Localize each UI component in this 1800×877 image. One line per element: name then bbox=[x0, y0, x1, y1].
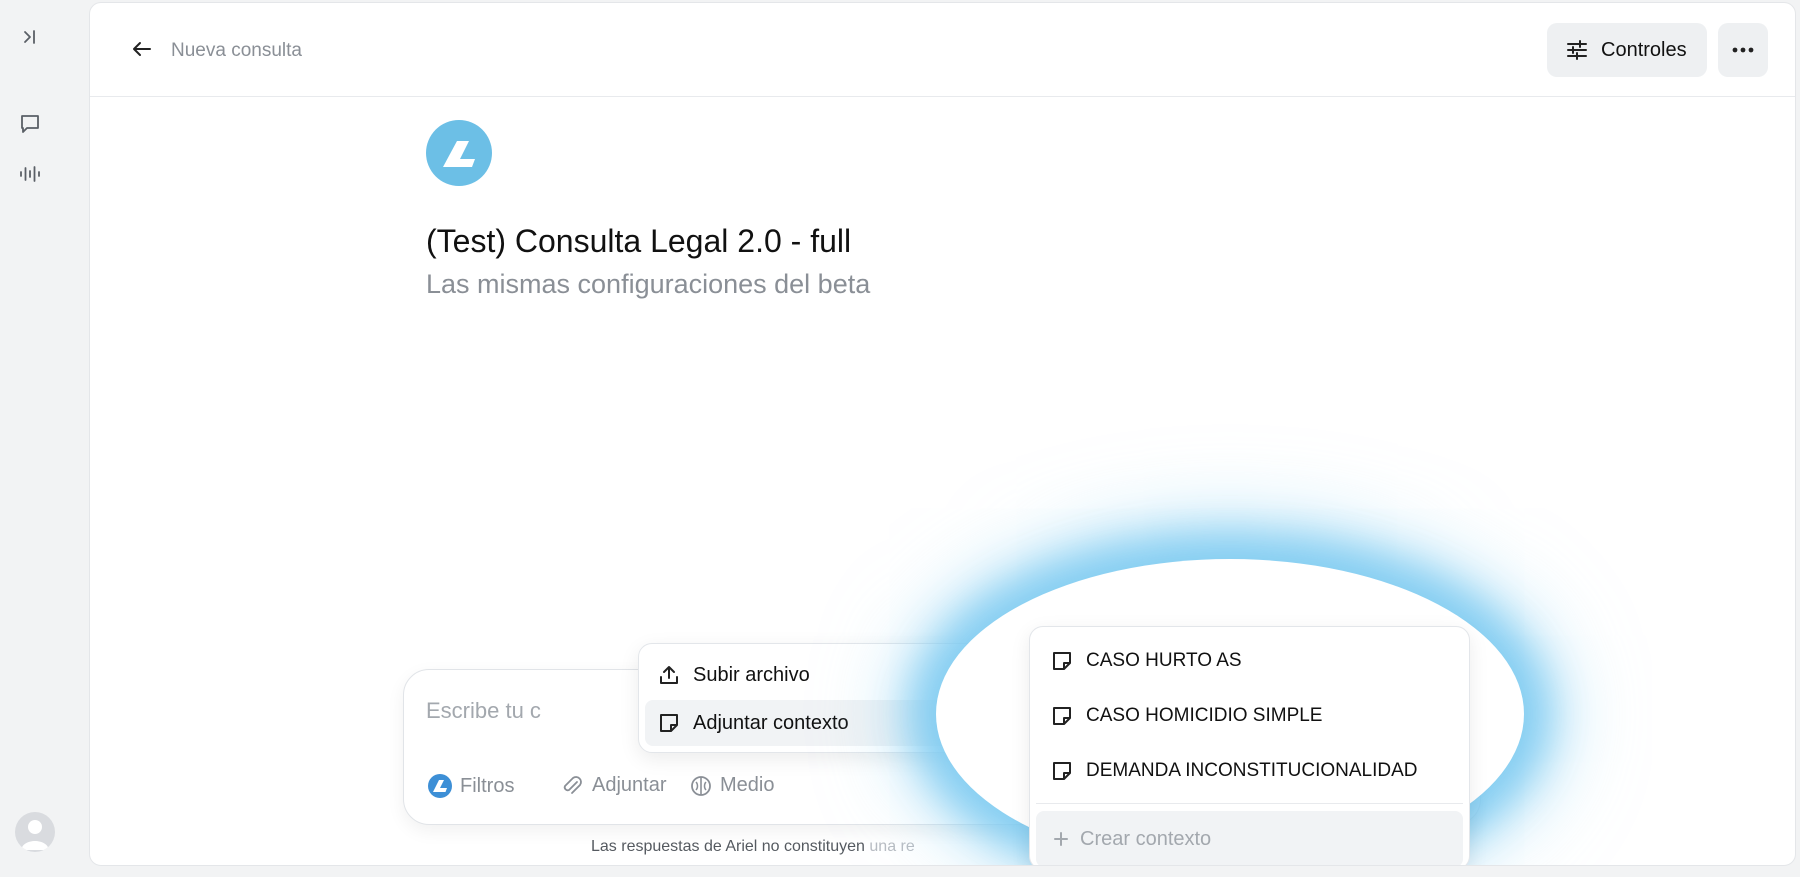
breadcrumb: Nueva consulta bbox=[171, 40, 302, 61]
menu-item-label: Adjuntar contexto bbox=[693, 711, 849, 734]
menu-item-label: Subir archivo bbox=[693, 663, 810, 686]
back-arrow-icon[interactable] bbox=[126, 33, 158, 65]
assistant-logo bbox=[426, 120, 492, 186]
disclaimer-text: Las respuestas de Ariel no constituyen bbox=[591, 838, 870, 855]
context-submenu: CASO HURTO AS CASO HOMICIDIO SIMPLE DEMA… bbox=[1029, 626, 1470, 865]
brain-icon bbox=[690, 775, 712, 797]
disclaimer-faded-text: una re bbox=[869, 838, 915, 855]
sidebar bbox=[0, 0, 88, 877]
menu-divider bbox=[1036, 803, 1463, 804]
sliders-icon bbox=[1565, 38, 1589, 62]
filters-button[interactable]: Filtros bbox=[428, 774, 514, 798]
mode-label: Medio bbox=[720, 774, 775, 796]
disclaimer: Las respuestas de Ariel no constituyen u… bbox=[591, 838, 915, 856]
chat-bubble-icon[interactable] bbox=[14, 108, 46, 140]
note-icon bbox=[1050, 704, 1074, 728]
brand-logo-icon bbox=[428, 774, 452, 798]
main-panel: Nueva consulta Controles (Test) Consulta… bbox=[89, 2, 1796, 866]
attach-button[interactable]: Adjuntar bbox=[562, 774, 667, 797]
create-context-button[interactable]: Crear contexto bbox=[1036, 811, 1463, 865]
paperclip-icon bbox=[562, 775, 584, 797]
context-item[interactable]: CASO HURTO AS bbox=[1050, 641, 1242, 681]
context-item[interactable]: DEMANDA INCONSTITUCIONALIDAD bbox=[1050, 751, 1417, 791]
context-item-label: DEMANDA INCONSTITUCIONALIDAD bbox=[1086, 760, 1418, 781]
create-context-label: Crear contexto bbox=[1080, 827, 1212, 850]
note-icon bbox=[1050, 759, 1074, 783]
context-item[interactable]: CASO HOMICIDIO SIMPLE bbox=[1050, 696, 1322, 736]
filters-label: Filtros bbox=[460, 774, 515, 797]
user-avatar-icon[interactable] bbox=[15, 812, 55, 852]
audio-waveform-icon[interactable] bbox=[14, 158, 46, 190]
note-icon bbox=[1050, 649, 1074, 673]
attach-label: Adjuntar bbox=[592, 774, 667, 796]
page-subtitle: Las mismas configuraciones del beta bbox=[426, 269, 871, 299]
mode-selector[interactable]: Medio bbox=[690, 774, 774, 797]
top-bar: Nueva consulta Controles bbox=[90, 3, 1795, 97]
sidebar-expand-icon[interactable] bbox=[14, 21, 46, 53]
upload-icon bbox=[657, 663, 681, 687]
note-icon bbox=[657, 711, 681, 735]
context-item-label: CASO HURTO AS bbox=[1086, 650, 1242, 671]
ellipsis-icon[interactable] bbox=[1718, 23, 1768, 77]
controls-button[interactable]: Controles bbox=[1547, 23, 1707, 77]
message-input[interactable]: Escribe tu c bbox=[426, 698, 541, 724]
plus-icon bbox=[1052, 830, 1070, 848]
page-title: (Test) Consulta Legal 2.0 - full bbox=[426, 223, 852, 259]
context-item-label: CASO HOMICIDIO SIMPLE bbox=[1086, 705, 1323, 726]
controls-label: Controles bbox=[1601, 38, 1687, 61]
